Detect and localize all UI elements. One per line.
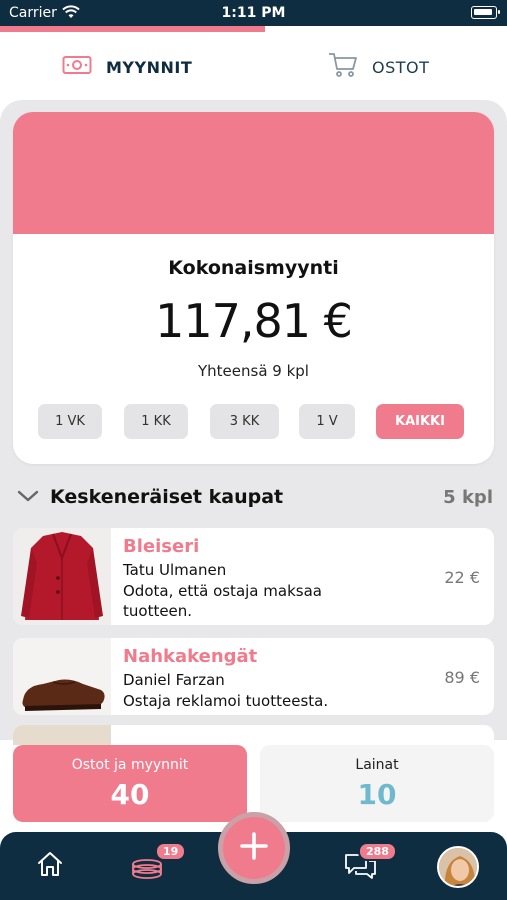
- period-filters: 1 VK 1 KK 3 KK 1 V KAIKKI: [13, 404, 494, 440]
- pending-deals-header[interactable]: Keskeneräiset kaupat 5 kpl: [0, 476, 507, 520]
- product-price: 22 €: [444, 568, 480, 587]
- product-image: [13, 638, 111, 715]
- banknote-icon: [62, 55, 92, 79]
- filter-1-month[interactable]: 1 KK: [124, 404, 188, 439]
- product-name: Bleiseri: [123, 536, 200, 557]
- sales-summary-card: Kokonaismyynti 117,81 € Yhteensä 9 kpl 1…: [13, 112, 494, 464]
- stat-label: Ostot ja myynnit: [71, 757, 189, 773]
- clock: 1:11 PM: [221, 5, 286, 21]
- coins-badge: 19: [155, 842, 187, 861]
- product-image: [13, 528, 111, 625]
- product-name: Nahkakengät: [123, 646, 258, 667]
- list-item[interactable]: Bleiseri Tatu Ulmanen Odota, että ostaja…: [13, 528, 494, 625]
- section-title: Keskeneräiset kaupat: [50, 486, 284, 508]
- plus-icon: [239, 831, 269, 865]
- stat-value: 40: [110, 778, 150, 811]
- stat-label: Lainat: [355, 757, 399, 773]
- progress-bar: [0, 26, 265, 32]
- product-price: 89 €: [444, 668, 480, 687]
- summary-banner: [13, 112, 494, 234]
- filter-all[interactable]: KAIKKI: [376, 404, 464, 439]
- buyer-name: Daniel Farzan: [123, 671, 225, 689]
- filter-3-months[interactable]: 3 KK: [210, 404, 279, 439]
- status-bar: Carrier 1:11 PM: [0, 0, 507, 26]
- deal-status: Odota, että ostaja maksaa tuotteen.: [123, 582, 322, 620]
- home-icon[interactable]: [36, 850, 64, 882]
- tab-sales[interactable]: MYYNNIT: [62, 42, 192, 92]
- list-item[interactable]: Nahkakengät Daniel Farzan Ostaja reklamo…: [13, 638, 494, 715]
- filter-1-year[interactable]: 1 V: [299, 404, 355, 439]
- deal-status: Ostaja reklamoi tuotteesta.: [123, 692, 329, 710]
- filter-1-week[interactable]: 1 VK: [38, 404, 102, 439]
- cart-icon: [328, 52, 358, 82]
- section-count: 5 kpl: [443, 487, 493, 508]
- stat-value: 10: [357, 778, 397, 811]
- top-tabs: MYYNNIT OSTOT: [0, 42, 507, 94]
- summary-title: Kokonaismyynti: [168, 257, 339, 279]
- battery-icon: [471, 6, 500, 19]
- loans-card[interactable]: Lainat 10: [260, 745, 494, 822]
- tab-purchases-label: OSTOT: [372, 57, 430, 77]
- tab-purchases[interactable]: OSTOT: [328, 42, 429, 92]
- buyer-name: Tatu Ulmanen: [123, 561, 227, 579]
- add-item-button[interactable]: [218, 812, 290, 884]
- summary-count: Yhteensä 9 kpl: [198, 362, 309, 380]
- list-item[interactable]: [13, 725, 494, 745]
- summary-amount: 117,81 €: [155, 294, 353, 348]
- product-image: [13, 725, 111, 745]
- tab-sales-label: MYYNNIT: [106, 57, 193, 77]
- purchases-and-sales-card[interactable]: Ostot ja myynnit 40: [13, 745, 247, 822]
- avatar[interactable]: [437, 846, 479, 888]
- messages-badge: 288: [358, 842, 397, 861]
- chevron-down-icon: [17, 488, 39, 507]
